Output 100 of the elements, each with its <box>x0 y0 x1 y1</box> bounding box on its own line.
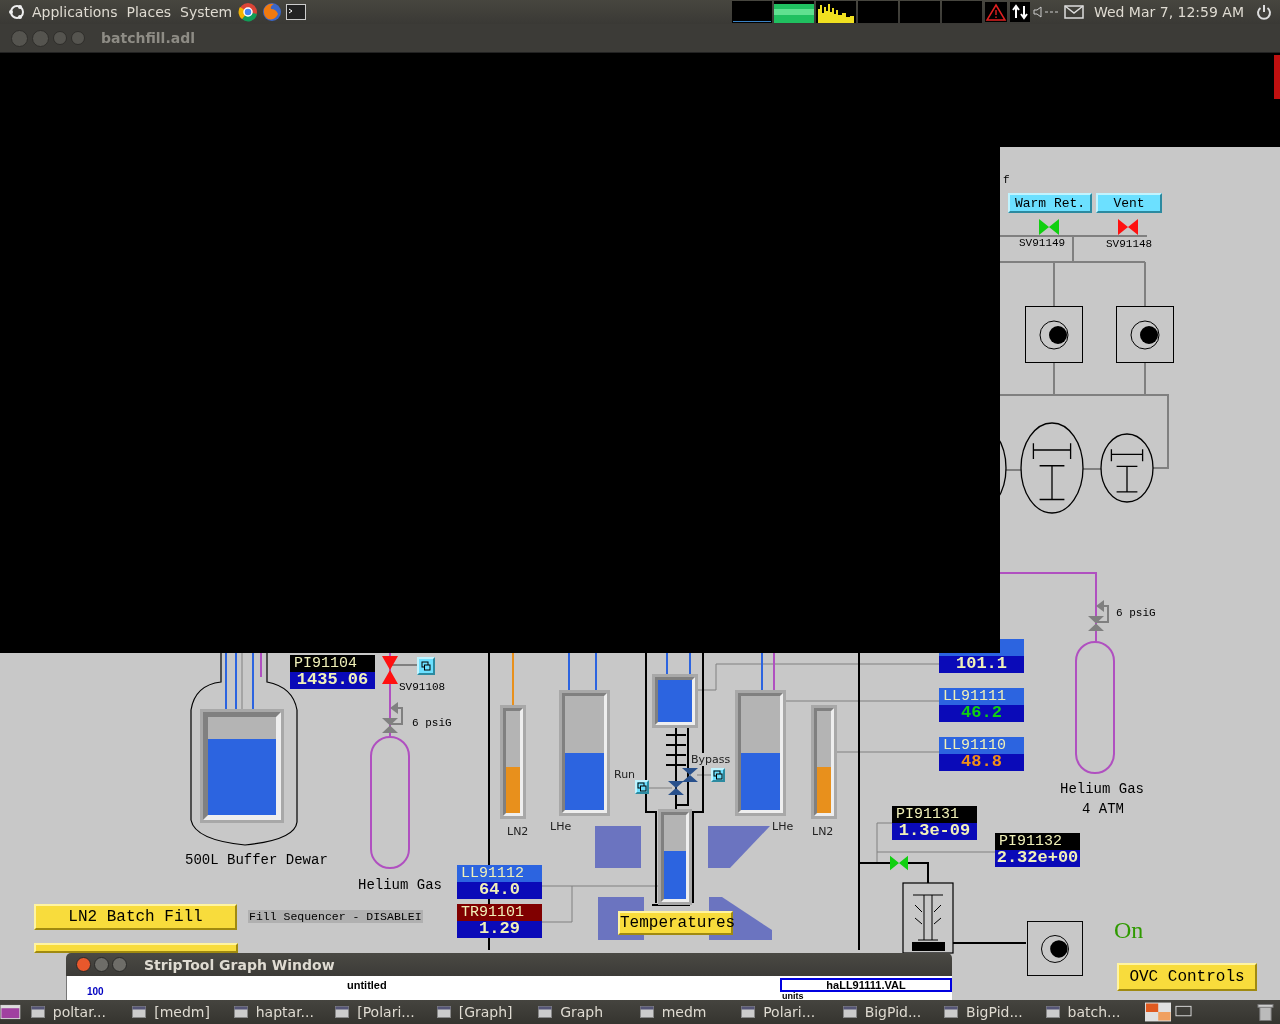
window-icon <box>944 1006 959 1018</box>
readout-label: TR91101 <box>457 904 542 921</box>
display-button[interactable]: OVC Controls <box>1117 963 1257 991</box>
power-icon[interactable] <box>1256 4 1272 20</box>
taskbar-item-label: BigPid... <box>966 1004 1023 1020</box>
diagram-label: 500L Buffer Dewar <box>185 852 328 868</box>
turbine-drawing <box>1100 433 1154 503</box>
terminal-icon[interactable] <box>286 4 307 20</box>
taskbar-item[interactable]: [medm] <box>126 1004 224 1020</box>
trash-icon[interactable] <box>1257 1002 1274 1022</box>
scroll-marker <box>1274 55 1280 99</box>
taskbar-item-label: BigPid... <box>864 1004 922 1020</box>
taskbar-item[interactable]: batch... <box>1039 1004 1138 1020</box>
network-icon[interactable] <box>1009 2 1030 22</box>
readout-number: 1435.06 <box>296 673 369 686</box>
window-title: StripTool Graph Window <box>144 956 335 973</box>
legend-entry[interactable]: haLL91111.VAL <box>780 978 952 992</box>
minimize-button[interactable] <box>94 957 109 972</box>
taskbar-item[interactable]: Graph <box>532 1004 630 1020</box>
axis-tick-label: 100 <box>87 986 104 998</box>
window-icon <box>741 1006 756 1018</box>
window-icon <box>538 1006 553 1018</box>
diagram-label: f <box>1003 174 1010 186</box>
window-icon <box>30 1006 45 1018</box>
graph-title: untitled <box>346 979 388 991</box>
clock[interactable]: Wed Mar 7, 12:59 AM <box>1090 4 1247 20</box>
system-monitor-graph[interactable] <box>731 1 982 23</box>
pressure-setting: 6 psiG <box>1116 607 1156 619</box>
window-icon <box>132 1006 147 1018</box>
valve-label: SV91148 <box>1106 238 1153 250</box>
gauge-label: LN2 <box>507 825 529 838</box>
window-icon <box>436 1006 451 1018</box>
windows-icon <box>637 782 647 792</box>
readout-number: 2.32e+00 <box>996 851 1079 864</box>
support-block <box>595 826 641 868</box>
browser-icon[interactable] <box>261 1 284 23</box>
valve-icon[interactable] <box>1118 219 1138 235</box>
diagram-label: 4 ATM <box>1082 801 1124 817</box>
readout-number: 48.8 <box>961 755 1002 768</box>
taskbar-item[interactable]: [Graph] <box>430 1004 529 1020</box>
windows-icon <box>713 770 723 780</box>
close-button[interactable] <box>76 957 91 972</box>
units-label: units <box>781 992 805 1000</box>
vent-valve-icon <box>668 781 684 795</box>
taskbar-item[interactable]: Polari... <box>735 1004 833 1020</box>
pump-icon <box>1025 306 1083 363</box>
window-icon[interactable] <box>1175 1005 1193 1019</box>
diagram-label: Run <box>614 768 636 781</box>
taskbar-item-label: [Polari... <box>357 1004 415 1020</box>
pump-status: On <box>1114 917 1144 944</box>
taskbar-item[interactable]: haptar... <box>227 1004 326 1020</box>
valve-icon[interactable] <box>382 656 398 686</box>
pump-icon <box>1116 306 1174 363</box>
display-button[interactable]: Warm Ret. <box>1008 193 1092 213</box>
maximize-button[interactable] <box>112 957 127 972</box>
show-desktop-icon[interactable] <box>0 1002 21 1022</box>
logo-icon[interactable] <box>8 3 26 21</box>
valve-label: SV91149 <box>1019 237 1066 249</box>
menu-item[interactable]: Places <box>123 4 175 20</box>
taskbar-item[interactable]: [Polari... <box>329 1004 427 1020</box>
taskbar-item[interactable]: BigPid... <box>836 1004 935 1020</box>
browser-icon[interactable] <box>238 2 259 22</box>
workspace-switcher-icon[interactable] <box>1145 1001 1172 1023</box>
gauge-label: LHe <box>772 820 794 833</box>
diagram-label: Helium Gas <box>358 877 442 893</box>
related-display-button[interactable] <box>417 657 435 675</box>
pump-icon <box>1026 921 1084 976</box>
readout-label: PI91132 <box>995 833 1080 850</box>
support-block <box>708 826 770 868</box>
volume-icon[interactable] <box>1032 5 1061 19</box>
menu-item[interactable]: Applications <box>29 4 121 20</box>
gauge-label: LHe <box>550 820 572 833</box>
warning-icon[interactable] <box>984 2 1007 22</box>
diagram-label: Bypass <box>691 753 731 766</box>
display-button[interactable]: Vent <box>1096 193 1162 213</box>
pipe-line <box>260 652 262 678</box>
window-icon <box>335 1006 350 1018</box>
windows-icon <box>421 661 431 671</box>
vent-valve-icon <box>682 768 698 782</box>
related-display-button[interactable] <box>711 768 725 782</box>
readout-number: 1.29 <box>479 922 520 935</box>
taskbar-item-label: batch... <box>1067 1004 1121 1020</box>
taskbar-item-label: [medm] <box>154 1004 210 1020</box>
turbo-pump-drawing <box>902 882 954 954</box>
mail-icon[interactable] <box>1063 5 1084 19</box>
display-button[interactable]: LN2 Batch Fill <box>34 904 237 930</box>
pipe-line <box>907 862 929 884</box>
readout-label: PI91131 <box>892 806 977 823</box>
related-display-button[interactable] <box>635 780 649 794</box>
menu-item[interactable]: System <box>177 4 236 20</box>
readout-label: LL91110 <box>939 737 1024 754</box>
taskbar-item[interactable]: medm <box>633 1004 732 1020</box>
display-button[interactable] <box>34 943 238 953</box>
window-icon <box>639 1006 654 1018</box>
valve-label: SV91108 <box>399 681 446 693</box>
taskbar-item[interactable]: poltar... <box>24 1004 123 1020</box>
window-icon <box>842 1006 857 1018</box>
taskbar-item-label: Polari... <box>763 1004 816 1020</box>
taskbar-item[interactable]: BigPid... <box>938 1004 1036 1020</box>
regulator-icon <box>1086 598 1110 632</box>
